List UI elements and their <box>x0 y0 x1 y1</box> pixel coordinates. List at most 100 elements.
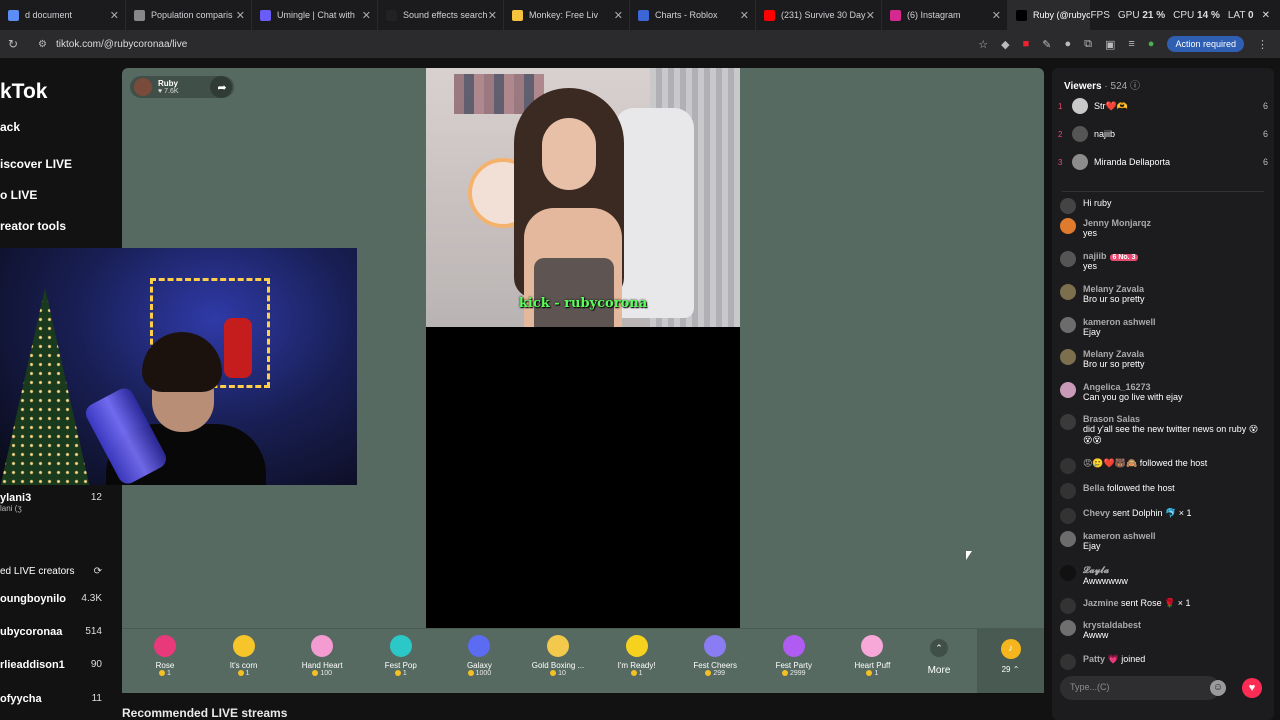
chat-username[interactable]: krystaldabest <box>1083 620 1141 630</box>
tab-close-icon[interactable]: ✕ <box>740 9 749 22</box>
gift-item[interactable]: Hand Heart 100 <box>287 635 357 677</box>
tab-close-icon[interactable]: ✕ <box>614 9 623 22</box>
tab-close-icon[interactable]: ✕ <box>488 9 497 22</box>
refresh-icon[interactable]: ⟳ <box>94 566 102 577</box>
bookmark-star-icon[interactable]: ☆ <box>978 38 988 51</box>
chat-divider <box>1062 191 1264 192</box>
avatar[interactable] <box>1060 218 1076 234</box>
host-avatar <box>134 78 152 96</box>
avatar[interactable] <box>1060 483 1076 499</box>
share-icon[interactable]: ➦ <box>210 76 234 98</box>
avatar[interactable] <box>1060 349 1076 365</box>
like-heart-button[interactable]: ♥ <box>1242 678 1262 698</box>
viewer-row[interactable]: 3 Miranda Dellaporta 6 <box>1058 152 1270 172</box>
chat-username[interactable]: Jenny Monjarqz <box>1083 218 1151 228</box>
avatar[interactable] <box>1060 284 1076 300</box>
avatar[interactable] <box>1060 198 1076 214</box>
creator-item[interactable]: oungboynilo 4.3K <box>0 593 110 605</box>
browser-tab-bar: d document ✕ Population comparis ✕ Umingle |… <box>0 0 1280 30</box>
nav-discover-live[interactable]: iscover LIVE <box>0 157 72 171</box>
gift-item[interactable]: Heart Puff 1 <box>837 635 907 677</box>
avatar[interactable] <box>1060 317 1076 333</box>
sidebar-icon[interactable]: ▣ <box>1105 38 1115 51</box>
creator-item[interactable]: rlieaddison1 90 <box>0 659 110 671</box>
chat-input[interactable]: Type...(C) <box>1060 676 1220 700</box>
avatar[interactable] <box>1060 565 1076 581</box>
avatar[interactable] <box>1060 414 1076 430</box>
profile-avatar[interactable]: ● <box>1148 38 1155 50</box>
browser-tab[interactable]: (6) Instagram ✕ <box>882 0 1008 30</box>
tab-close-icon[interactable]: ✕ <box>866 9 875 22</box>
coin-balance[interactable]: ♪ 29 ⌃ <box>977 629 1044 694</box>
media-icon[interactable]: ≡ <box>1128 38 1134 50</box>
creator-item[interactable]: ofyycha 11 <box>0 693 110 705</box>
reload-icon[interactable]: ↻ <box>8 37 18 51</box>
creator-item[interactable]: ubycoronaa 514 <box>0 626 110 638</box>
gift-item[interactable]: It's corn 1 <box>209 635 279 677</box>
gift-item[interactable]: Gold Boxing ... 10 <box>523 635 593 677</box>
tab-close-icon[interactable]: ✕ <box>110 9 119 22</box>
gift-item[interactable]: Galaxy 1000 <box>444 635 514 677</box>
avatar[interactable] <box>1060 598 1076 614</box>
followed-creator[interactable]: ylani3 lani (ʒ 12 <box>0 492 110 513</box>
avatar[interactable] <box>1060 382 1076 398</box>
circle-icon[interactable]: ● <box>1064 38 1071 50</box>
chat-username[interactable]: Melany Zavala <box>1083 284 1144 294</box>
nav-back[interactable]: ack <box>0 120 20 134</box>
chat-username[interactable]: kameron ashwell <box>1083 531 1156 541</box>
chat-message: Hi ruby <box>1060 198 1266 214</box>
extension-icon[interactable]: ◆ <box>1001 38 1009 51</box>
browser-tab[interactable]: Umingle | Chat with ✕ <box>252 0 378 30</box>
browser-tab[interactable]: Monkey: Free Liv ✕ <box>504 0 630 30</box>
nav-go-live[interactable]: o LIVE <box>0 188 37 202</box>
more-gifts-button[interactable]: ⌃ More <box>919 639 959 676</box>
browser-tab[interactable]: Charts - Roblox ✕ <box>630 0 756 30</box>
browser-tab[interactable]: Population comparis ✕ <box>126 0 252 30</box>
browser-tab[interactable]: (231) Survive 30 Day ✕ <box>756 0 882 30</box>
browser-tab[interactable]: d document ✕ <box>0 0 126 30</box>
cpu-label: CPU 14 % <box>1173 9 1220 21</box>
gift-name: Rose <box>155 661 175 670</box>
chat-username[interactable]: 𝓛𝓪𝔂𝓵𝓪 <box>1083 565 1109 575</box>
gift-item[interactable]: Rose 1 <box>130 635 200 677</box>
nav-creator-tools[interactable]: reator tools <box>0 219 66 233</box>
tab-close-icon[interactable]: ✕ <box>236 9 245 22</box>
gift-item[interactable]: Fest Party 2999 <box>759 635 829 677</box>
pen-icon[interactable]: ✎ <box>1042 38 1051 51</box>
chat-username[interactable]: Melany Zavala <box>1083 349 1144 359</box>
avatar[interactable] <box>1060 531 1076 547</box>
chat-username[interactable]: kameron ashwell <box>1083 317 1156 327</box>
gift-item[interactable]: Fest Cheers 299 <box>680 635 750 677</box>
menu-kebab-icon[interactable]: ⋮ <box>1257 38 1268 51</box>
avatar[interactable] <box>1060 251 1076 267</box>
avatar[interactable] <box>1060 654 1076 670</box>
chat-username[interactable]: Angelica_16273 <box>1083 382 1151 392</box>
record-icon[interactable]: ■ <box>1023 38 1030 50</box>
tab-close-icon[interactable]: ✕ <box>362 9 371 22</box>
avatar[interactable] <box>1060 620 1076 636</box>
avatar[interactable] <box>1060 508 1076 524</box>
chat-text: yes <box>1083 228 1098 238</box>
puzzle-icon[interactable]: ⧉ <box>1084 38 1092 51</box>
action-required-button[interactable]: Action required <box>1167 36 1244 52</box>
coin-count: 29 <box>1001 665 1011 674</box>
browser-tab[interactable]: Sound effects search ✕ <box>378 0 504 30</box>
gift-icon <box>782 635 805 657</box>
chat-username[interactable]: Brason Salas <box>1083 414 1140 424</box>
webcam-overlay <box>0 248 357 485</box>
site-info-icon[interactable]: ⚙ <box>38 39 47 50</box>
gift-item[interactable]: I'm Ready! 1 <box>602 635 672 677</box>
chat-username[interactable]: najiib <box>1083 251 1107 261</box>
avatar[interactable] <box>1060 458 1076 474</box>
live-video[interactable]: kick - rubycorona <box>426 68 740 628</box>
viewer-row[interactable]: 2 najiib 6 <box>1058 124 1270 144</box>
gift-item[interactable]: Fest Pop 1 <box>366 635 436 677</box>
tiktok-logo[interactable]: kTok <box>0 80 47 104</box>
url-field[interactable]: tiktok.com/@rubycoronaa/live <box>56 39 187 50</box>
tab-close-icon[interactable]: ✕ <box>992 9 1001 22</box>
emoji-icon[interactable]: ☺ <box>1210 680 1226 696</box>
chat-message: kameron ashwell Ejay <box>1060 531 1266 551</box>
close-icon[interactable]: ✕ <box>1262 10 1270 21</box>
chat-event: Patty 💗 joined <box>1060 654 1266 670</box>
viewer-row[interactable]: 1 Str❤️🫶 6 <box>1058 96 1270 116</box>
